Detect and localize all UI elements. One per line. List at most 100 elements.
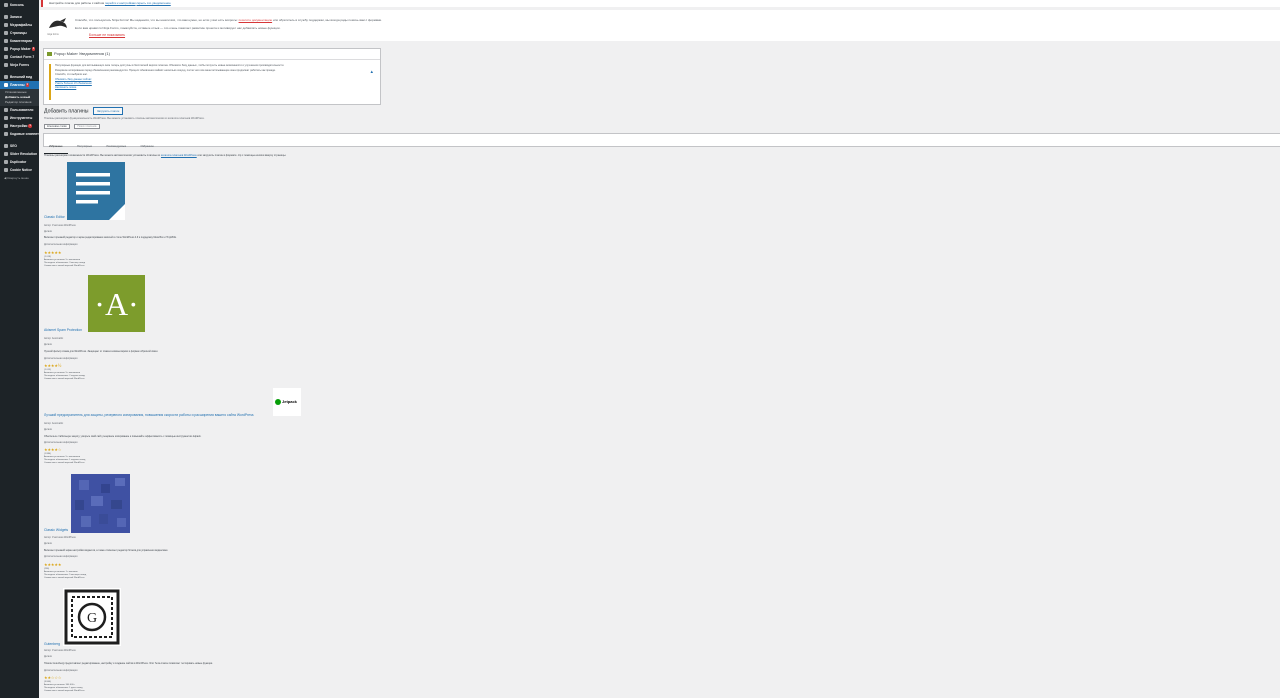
slider-icon — [4, 152, 8, 157]
sidebar-item-ninja-forms[interactable]: Ninja Forms — [0, 61, 39, 69]
sidebar-item-seo[interactable]: SEO — [0, 142, 39, 150]
notice-settings-link[interactable]: перейти к настройкам — [105, 1, 136, 5]
plugin-name-link[interactable]: Classic Widgets — [44, 528, 68, 532]
sidebar-item-slider[interactable]: Slider Revolution — [0, 150, 39, 158]
sidebar-item-contact-form[interactable]: Contact Form 7 — [0, 53, 39, 61]
plugin-name-link[interactable]: Лучший предохранитель для защиты, резерв… — [44, 413, 254, 417]
popup-maker-icon — [47, 52, 52, 56]
sidebar-item-appearance[interactable]: Внешний вид — [0, 73, 39, 81]
sidebar-item-label: Slider Revolution — [10, 152, 38, 156]
comment-icon — [4, 39, 8, 44]
sidebar-item-label: Настройки — [10, 124, 28, 128]
plugin-name-link[interactable]: Classic Editor — [44, 215, 65, 219]
intro-part: или загрузить плагин в формате .zip с по… — [197, 154, 287, 157]
sidebar-item-dashboard[interactable]: Консоль — [0, 1, 39, 9]
code-icon — [4, 132, 8, 137]
promo-docs-link[interactable]: посетите документацию — [239, 18, 273, 22]
rating-stars: ★★☆☆☆ — [44, 675, 62, 680]
rating-stars: ★★★★★ — [44, 562, 62, 567]
plugin-description: Включает прежний редактор и экран редакт… — [44, 236, 177, 239]
collapse-label: Свернуть меню — [7, 176, 29, 180]
tab-featured[interactable]: Избранные — [44, 141, 68, 154]
more-info-link[interactable]: Дополнительная информация — [44, 669, 77, 672]
plugin-thumbnail[interactable]: G — [63, 588, 121, 646]
notice-paragraph: Резервное копирование перед обновлением … — [55, 68, 276, 72]
tab-recommended[interactable]: Рекомендуемые — [102, 141, 132, 153]
plugin-author: Автор: Участники WordPress — [44, 536, 76, 539]
remind-later-link[interactable]: Напомнить позже — [55, 86, 375, 90]
more-info-link[interactable]: Дополнительная информация — [44, 243, 77, 246]
top-notice: Настройте плагин для работы с сайтом пер… — [41, 0, 1280, 7]
chevron-up-icon[interactable]: ▴ — [370, 69, 373, 75]
plugin-thumbnail[interactable]: Jetpack — [273, 388, 301, 416]
sidebar-item-cookie-notice[interactable]: Cookie Notice — [0, 166, 39, 174]
plugin-name-link[interactable]: Gutenberg — [44, 642, 60, 646]
plugin-thumbnail[interactable]: ·A· — [88, 275, 145, 332]
sidebar-item-snippets[interactable]: Кодовые сниппеты — [0, 130, 42, 138]
update-badge: 1 — [25, 83, 29, 87]
users-icon — [4, 108, 8, 113]
notice-dismiss-link[interactable]: скрыть это уведомление — [136, 1, 170, 5]
settings-icon — [4, 124, 8, 129]
popup-icon — [4, 47, 8, 52]
plugin-details-link[interactable]: Детали — [44, 542, 52, 545]
media-icon — [4, 23, 8, 28]
intro-part: Плагины расширяют возможности WordPress.… — [44, 154, 161, 157]
more-info-link[interactable]: Дополнительная информация — [44, 357, 77, 360]
tab-popular[interactable]: Популярные — [72, 141, 97, 153]
sidebar-item-tools[interactable]: Инструменты — [0, 114, 39, 122]
sidebar-item-label: Записи — [10, 15, 22, 19]
collapse-menu-button[interactable]: ◀ Свернуть меню — [0, 174, 39, 182]
upload-plugin-button[interactable]: Загрузить плагин — [92, 107, 124, 115]
sidebar-item-posts[interactable]: Записи — [0, 13, 39, 21]
plugin-thumbnail[interactable] — [67, 162, 125, 220]
promo-text: или обратитесь в службу поддержки, мы вс… — [272, 18, 383, 22]
sidebar-item-label: Страницы — [10, 31, 27, 35]
sidebar-item-label: Внешний вид — [10, 75, 33, 79]
plugin-details-link[interactable]: Детали — [44, 230, 52, 233]
sidebar-item-comments[interactable]: Комментарии — [0, 37, 39, 45]
search-input[interactable]: Поиск плагинов... — [74, 124, 101, 129]
promo-text: Спасибо, что пользуетесь Ninja Forms! Мы… — [75, 18, 238, 22]
plugin-author: Автор: Automattic — [44, 337, 64, 340]
dashboard-icon — [4, 3, 8, 8]
sidebar-item-popup-maker[interactable]: Popup Maker 1 — [0, 45, 39, 53]
page-title-row: Добавить плагины Загрузить плагин — [44, 107, 124, 115]
plugin-details-link[interactable]: Детали — [44, 655, 52, 658]
sidebar-item-label: Ninja Forms — [10, 63, 30, 67]
plugin-details-link[interactable]: Детали — [44, 343, 52, 346]
pin-icon — [4, 15, 8, 20]
sidebar-item-duplicator[interactable]: Duplicator — [0, 158, 39, 166]
plugin-author: Автор: Участники WordPress — [44, 649, 76, 652]
notice-text: Настройте плагин для работы с сайтом — [49, 1, 105, 5]
submenu-plugin-editor[interactable]: Редактор плагинов — [0, 100, 39, 105]
admin-sidebar: Консоль Записи Медиафайлы Страницы Комме… — [0, 0, 42, 698]
sidebar-item-pages[interactable]: Страницы — [0, 29, 39, 37]
tab-favorites[interactable]: Избранное — [136, 141, 159, 153]
plugin-thumbnail[interactable] — [71, 474, 130, 533]
rating-stars: ★★★★☆ — [44, 447, 62, 452]
compat-status: Совместим с вашей версией WordPress — [44, 577, 85, 579]
plugin-name-link[interactable]: Akismet Spam Protection — [44, 328, 82, 332]
plugin-directory-link[interactable]: каталога плагинов WordPress — [161, 154, 197, 157]
sidebar-item-users[interactable]: Пользователи — [0, 106, 39, 114]
ninja-forms-logo — [49, 18, 67, 28]
sidebar-item-media[interactable]: Медиафайлы — [0, 21, 39, 29]
promo-dismiss-link[interactable]: Больше не показывать — [89, 33, 125, 37]
intro-text: Плагины расширяют возможности WordPress.… — [44, 154, 286, 157]
sidebar-item-plugins[interactable]: Плагины 1 — [0, 81, 39, 89]
update-badge: 1 — [31, 47, 36, 51]
plugin-details-link[interactable]: Детали — [44, 428, 52, 431]
more-info-link[interactable]: Дополнительная информация — [44, 555, 77, 558]
brush-icon — [4, 75, 8, 80]
duplicator-icon — [4, 160, 8, 165]
search-type-select[interactable]: Ключевое слово — [44, 124, 70, 129]
popup-maker-notice: Popup Maker Уведомления (1) Популярные ф… — [43, 48, 381, 105]
plugin-description: Плагин Gutenberg предоставляет редактиро… — [44, 662, 213, 665]
notice-paragraph: Спасибо, что выбрали нас. — [55, 73, 88, 77]
plugin-icon — [4, 83, 8, 88]
plugin-description: Включает прежний экран настройки виджето… — [44, 549, 168, 552]
more-info-link[interactable]: Дополнительная информация — [44, 441, 77, 444]
notice-body: Популярные функции для всплывающих окон … — [49, 64, 375, 100]
sidebar-item-settings[interactable]: Настройки 1 — [0, 122, 39, 130]
